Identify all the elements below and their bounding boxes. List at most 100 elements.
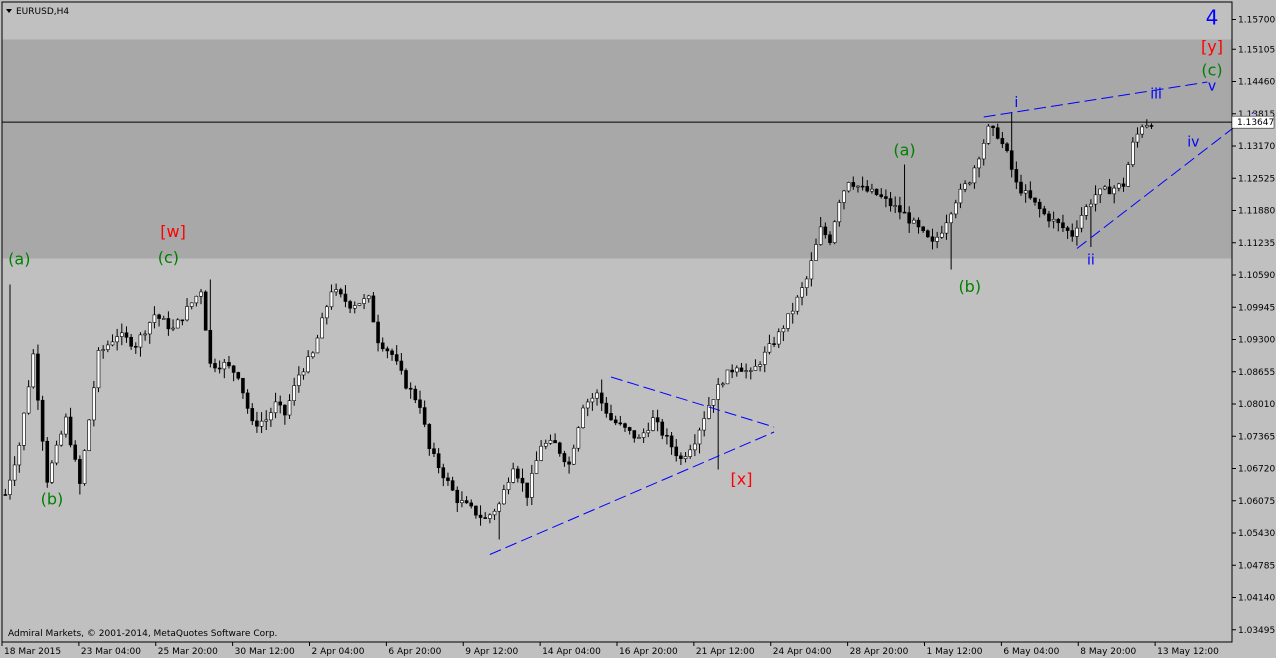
candle-body bbox=[1135, 133, 1140, 143]
candle-body bbox=[748, 370, 753, 372]
candle bbox=[82, 449, 87, 486]
candle-body bbox=[651, 417, 655, 431]
candle-body bbox=[893, 205, 898, 207]
candle-body bbox=[930, 236, 935, 242]
candle-body bbox=[1079, 215, 1084, 229]
candle bbox=[576, 426, 581, 452]
candle-body bbox=[115, 336, 119, 343]
candle bbox=[50, 460, 54, 485]
x-tick-label: 23 Mar 04:00 bbox=[81, 647, 141, 657]
candle-body bbox=[278, 401, 283, 406]
shaded-zone bbox=[2, 39, 1232, 259]
candle-body bbox=[203, 291, 208, 331]
candle-body bbox=[320, 317, 324, 339]
candle-body bbox=[935, 236, 939, 242]
candle bbox=[87, 419, 91, 452]
candle-body bbox=[846, 182, 851, 192]
candle-body bbox=[828, 234, 832, 243]
y-tick-label: 1.13170 bbox=[1238, 142, 1275, 152]
candle-body bbox=[357, 303, 362, 306]
candle-body bbox=[59, 433, 64, 446]
candle-body bbox=[297, 374, 301, 386]
candle-body bbox=[1037, 201, 1042, 210]
candle-body bbox=[981, 142, 986, 160]
candle bbox=[64, 413, 68, 438]
candle-body bbox=[1089, 203, 1093, 208]
candle-body bbox=[739, 367, 744, 372]
candle bbox=[371, 291, 376, 323]
candle-body bbox=[669, 435, 674, 448]
candle-body bbox=[101, 349, 105, 351]
wave-label: i bbox=[1014, 95, 1018, 111]
y-tick-label: 1.15700 bbox=[1238, 16, 1275, 26]
candle-body bbox=[790, 310, 795, 315]
candle-body bbox=[553, 440, 557, 444]
wave-label: iii bbox=[1150, 87, 1162, 103]
x-tick-label: 1 May 12:00 bbox=[927, 647, 983, 657]
candle-body bbox=[804, 278, 809, 288]
candle-body bbox=[702, 418, 706, 431]
y-tick-label: 1.09300 bbox=[1238, 336, 1275, 346]
candle-body bbox=[884, 196, 888, 199]
candle-body bbox=[96, 350, 101, 389]
candle-body bbox=[236, 372, 241, 379]
candle-body bbox=[3, 494, 8, 496]
candle-body bbox=[213, 363, 217, 369]
candle-body bbox=[502, 489, 506, 505]
candle bbox=[846, 181, 851, 193]
candle-body bbox=[87, 419, 91, 451]
candle-body bbox=[399, 360, 404, 371]
candle-body bbox=[1042, 208, 1047, 215]
candle bbox=[926, 229, 930, 238]
candle-body bbox=[1131, 141, 1135, 165]
candle-body bbox=[338, 289, 343, 295]
candle-body bbox=[832, 221, 837, 243]
candle-body bbox=[1033, 197, 1037, 203]
y-tick-label: 1.09945 bbox=[1238, 303, 1275, 313]
candle-body bbox=[432, 448, 436, 454]
candle bbox=[832, 220, 837, 245]
candle-body bbox=[1000, 138, 1005, 145]
y-tick-label: 1.06720 bbox=[1238, 465, 1275, 475]
candle-body bbox=[525, 482, 529, 498]
candle-body bbox=[26, 386, 31, 414]
candle-body bbox=[1121, 183, 1126, 187]
candle-body bbox=[50, 462, 54, 483]
candle-body bbox=[711, 399, 716, 406]
candle-body bbox=[343, 293, 348, 302]
candle-body bbox=[786, 313, 790, 329]
copyright-text: Admiral Markets, © 2001-2014, MetaQuotes… bbox=[8, 629, 277, 639]
candle-body bbox=[753, 366, 758, 371]
candle-body bbox=[991, 125, 995, 129]
wave-label: v bbox=[1208, 79, 1216, 95]
price-chart[interactable]: (a)(b)[w](c)[x](a)(b)iiiiiiivv(c)[y]4 1.1… bbox=[0, 0, 1276, 658]
candle-body bbox=[721, 383, 725, 386]
y-tick-label: 1.07365 bbox=[1238, 432, 1275, 442]
candle-body bbox=[809, 260, 814, 280]
candle bbox=[581, 404, 585, 429]
candle-body bbox=[837, 202, 842, 223]
candle-body bbox=[912, 219, 916, 224]
candle-body bbox=[376, 321, 380, 344]
candle-body bbox=[1075, 227, 1079, 237]
candle-body bbox=[325, 306, 329, 319]
candle-body bbox=[394, 354, 399, 362]
candle-body bbox=[40, 399, 45, 442]
candle-body bbox=[474, 505, 478, 516]
y-tick-label: 1.04140 bbox=[1238, 594, 1275, 604]
candle-body bbox=[217, 367, 222, 370]
candle-body bbox=[12, 464, 17, 481]
candle-body bbox=[1051, 218, 1056, 222]
candle-body bbox=[446, 477, 450, 481]
candle-body bbox=[143, 333, 147, 336]
symbol-header[interactable]: EURUSD,H4 bbox=[6, 7, 69, 17]
candle bbox=[175, 318, 180, 329]
candle-body bbox=[926, 230, 930, 238]
candle bbox=[96, 347, 101, 393]
candle-body bbox=[772, 343, 776, 345]
candle-body bbox=[497, 503, 501, 512]
x-tick-label: 25 Mar 20:00 bbox=[158, 647, 218, 657]
candle bbox=[874, 188, 879, 196]
candle bbox=[357, 303, 362, 307]
candle bbox=[36, 344, 40, 410]
